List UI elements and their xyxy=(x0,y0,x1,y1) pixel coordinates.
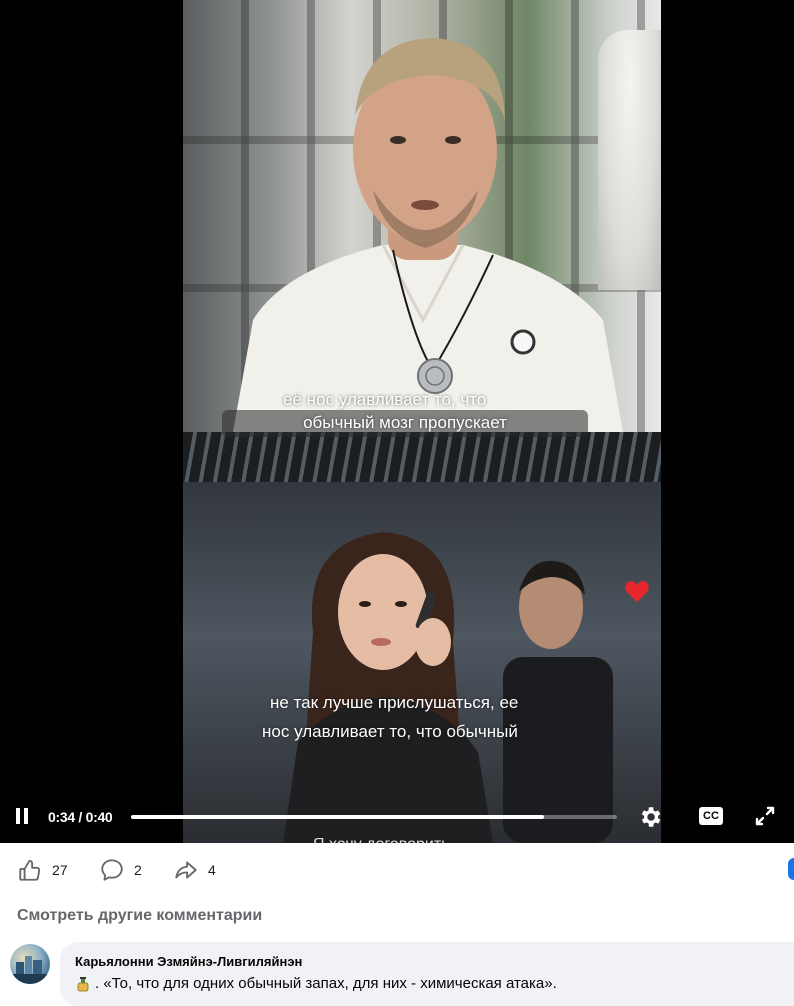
comment-author[interactable]: Карьялонни Эзмяйнэ-Ливгиляйнэн xyxy=(75,954,302,969)
comment-bubble: Карьялонни Эзмяйнэ-Ливгиляйнэн . «То, чт… xyxy=(60,942,794,1006)
share-count: 4 xyxy=(208,862,216,878)
subtitle-bottom-line-2: нос улавливает то, что обычный xyxy=(262,722,518,741)
playback-time: 0:34 / 0:40 xyxy=(48,809,113,825)
comment-bubble-icon xyxy=(101,859,123,881)
settings-gear-icon[interactable] xyxy=(637,804,663,830)
comment-text-row: . «То, что для одних обычный запах, для … xyxy=(75,975,557,992)
comment-count: 2 xyxy=(134,862,142,878)
captions-button[interactable]: CC xyxy=(699,807,723,825)
view-more-comments-link[interactable]: Смотреть другие комментарии xyxy=(17,907,262,925)
speaker-figure xyxy=(233,38,623,432)
comment-text: . «То, что для одних обычный запах, для … xyxy=(95,975,557,992)
perfume-bottle-icon xyxy=(77,976,89,991)
ceiling-slats xyxy=(183,432,661,482)
subtitle-bottom-line-1: не так лучше прислушаться, ее xyxy=(270,693,519,712)
player-controls: 0:34 / 0:40 CC xyxy=(0,790,794,843)
avatar-image xyxy=(10,956,50,984)
like-count: 27 xyxy=(52,862,68,878)
share-arrow-icon xyxy=(175,861,197,879)
progress-bar[interactable] xyxy=(131,815,617,819)
progress-fill xyxy=(131,815,545,819)
comment-button[interactable]: 2 xyxy=(99,856,142,884)
like-button[interactable]: 27 xyxy=(17,856,68,884)
edge-blue-button[interactable] xyxy=(788,858,794,880)
share-button[interactable]: 4 xyxy=(173,856,216,884)
heart-icon xyxy=(625,581,649,602)
subtitle-top-line-2: обычный мозг пропускает xyxy=(222,410,588,437)
video-scene-clip xyxy=(183,432,661,843)
fullscreen-icon[interactable] xyxy=(754,805,776,827)
avatar[interactable] xyxy=(10,944,50,984)
reactions-bar: 27 2 4 xyxy=(0,843,794,898)
video-scene-speaker xyxy=(183,0,661,432)
thumbs-up-icon xyxy=(19,859,41,881)
subtitle-top-line-1: её нос улавливает то, что xyxy=(283,390,487,409)
video-player[interactable]: Я хочу договорить её нос улавливает то, … xyxy=(0,0,794,843)
pause-button[interactable] xyxy=(14,808,32,826)
